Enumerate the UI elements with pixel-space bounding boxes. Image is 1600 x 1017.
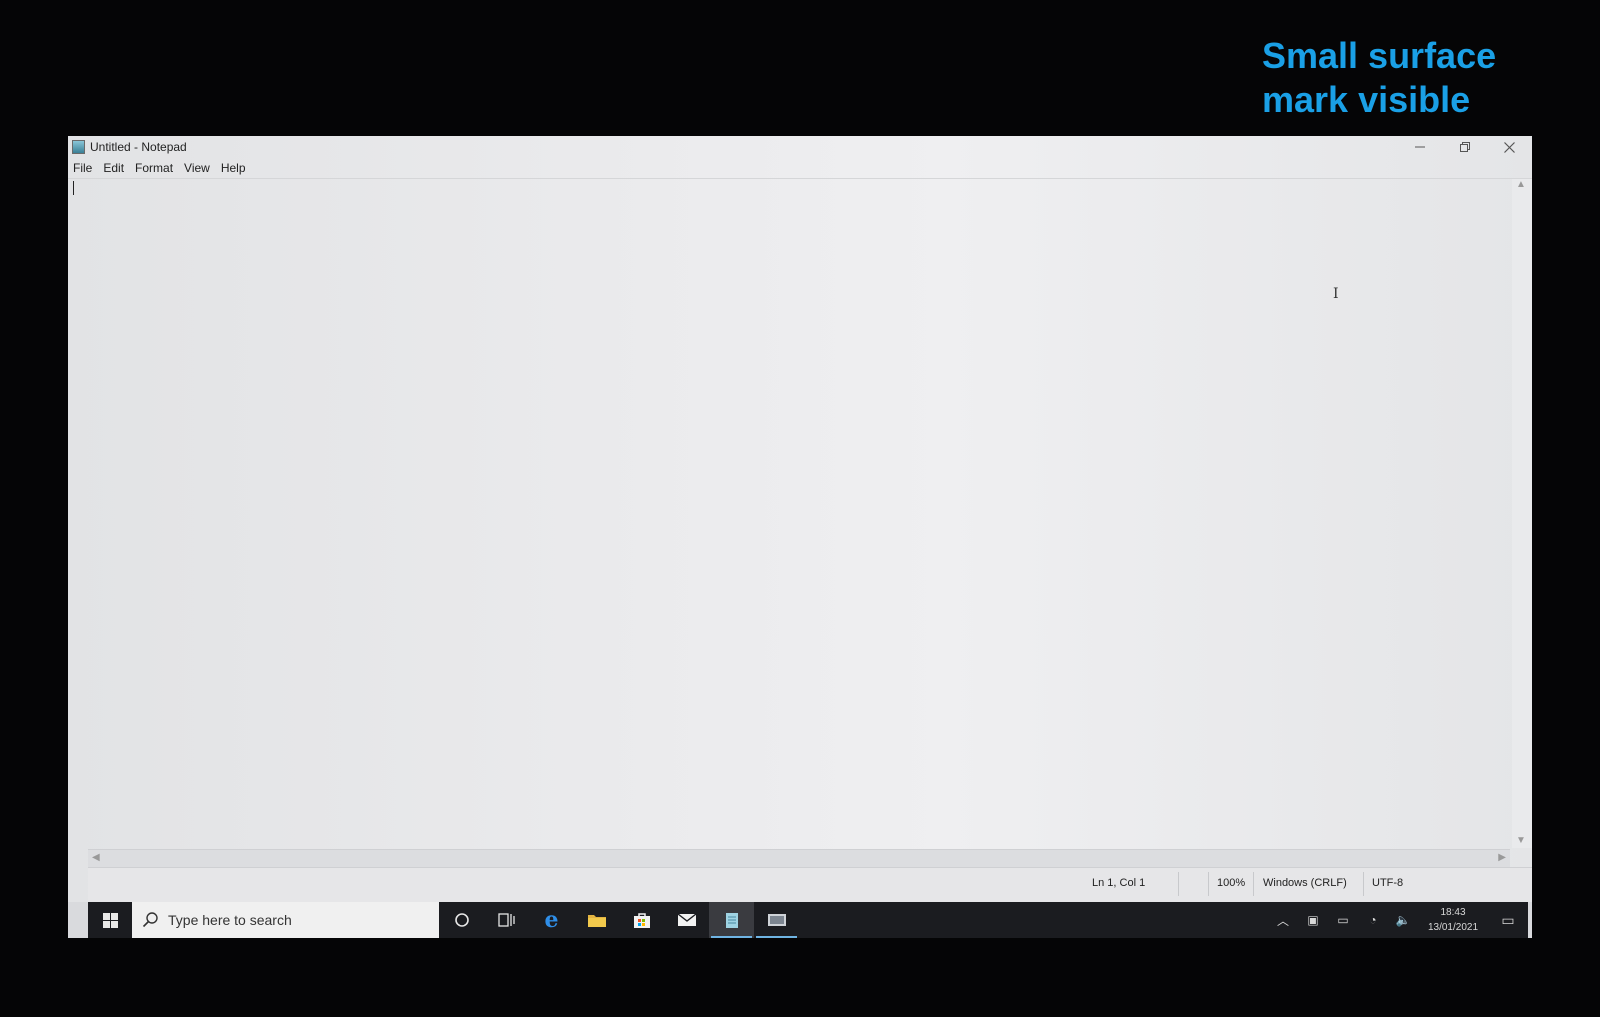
meet-now-icon[interactable]: ▣ — [1298, 913, 1328, 927]
clock[interactable]: 18:43 13/01/2021 — [1418, 905, 1488, 935]
close-icon — [1504, 141, 1515, 153]
search-input[interactable] — [166, 911, 430, 929]
start-button[interactable] — [88, 902, 132, 938]
volume-icon[interactable]: 🔈 — [1388, 913, 1418, 927]
scroll-up-icon[interactable]: ▲ — [1516, 179, 1526, 190]
minimize-button[interactable] — [1397, 136, 1442, 158]
window-controls — [1397, 136, 1532, 158]
clock-date: 13/01/2021 — [1427, 922, 1479, 933]
title-bar[interactable]: Untitled - Notepad — [68, 136, 1532, 158]
notepad-app-icon — [725, 913, 738, 928]
zoom-level: 100% — [1217, 877, 1246, 889]
cortana-button[interactable] — [439, 902, 484, 938]
photo-stage: Small surface mark visible Untitled - No… — [0, 0, 1600, 1017]
notepad-window: Untitled - Notepad File Edit Format View… — [68, 136, 1532, 902]
app-window-icon — [767, 914, 786, 926]
status-divider — [1253, 872, 1254, 896]
menu-help[interactable]: Help — [216, 161, 252, 175]
clock-time: 18:43 — [1440, 907, 1466, 918]
store-bag-icon — [633, 913, 650, 928]
chevron-up-icon[interactable]: ︿ — [1268, 912, 1298, 929]
horizontal-scrollbar[interactable]: ◀ ▶ — [88, 849, 1510, 868]
scroll-left-icon[interactable]: ◀ — [92, 852, 100, 863]
restore-button[interactable] — [1442, 136, 1487, 158]
menu-view[interactable]: View — [179, 161, 216, 175]
second-app-taskbar-button[interactable] — [754, 902, 799, 938]
taskbar-search[interactable] — [132, 902, 439, 938]
close-button[interactable] — [1487, 136, 1532, 158]
notepad-icon — [72, 140, 85, 154]
restore-icon — [1459, 142, 1470, 152]
taskbar: e ︿ ▣ ▭ ◔ 🔈 — [88, 902, 1528, 938]
cortana-circle-icon — [454, 913, 469, 927]
text-editor[interactable]: I — [70, 179, 1510, 848]
task-view-button[interactable] — [484, 902, 529, 938]
edge-button[interactable]: e — [529, 902, 574, 938]
laptop-screen: Untitled - Notepad File Edit Format View… — [68, 136, 1532, 938]
task-view-icon — [497, 913, 515, 927]
mail-icon — [677, 913, 696, 926]
wifi-icon[interactable]: ◔ — [1358, 913, 1388, 927]
menu-bar: File Edit Format View Help — [68, 158, 1532, 179]
notification-icon[interactable]: ▭ — [1488, 912, 1528, 929]
scroll-right-icon[interactable]: ▶ — [1498, 852, 1506, 863]
window-title: Untitled - Notepad — [90, 140, 187, 154]
menu-format[interactable]: Format — [130, 161, 179, 175]
menu-file[interactable]: File — [68, 161, 98, 175]
status-divider — [1178, 872, 1179, 896]
menu-edit[interactable]: Edit — [98, 161, 130, 175]
encoding: UTF-8 — [1372, 877, 1404, 889]
file-explorer-button[interactable] — [574, 902, 619, 938]
windows-logo-icon — [102, 912, 118, 928]
status-divider — [1208, 872, 1209, 896]
status-bar: Ln 1, Col 1 100% Windows (CRLF) UTF-8 — [88, 867, 1532, 902]
vertical-scrollbar[interactable]: ▲ ▼ — [1512, 179, 1532, 848]
mail-button[interactable] — [664, 902, 709, 938]
edge-icon: e — [544, 907, 559, 933]
minimize-icon — [1414, 146, 1425, 148]
text-caret — [73, 181, 74, 195]
ibeam-cursor-icon: I — [1333, 286, 1339, 302]
cursor-position: Ln 1, Col 1 — [1092, 877, 1146, 889]
notepad-taskbar-button[interactable] — [709, 902, 754, 938]
annotation-label: Small surface mark visible — [1262, 35, 1497, 120]
folder-icon — [587, 915, 606, 927]
battery-icon[interactable]: ▭ — [1328, 913, 1358, 927]
store-button[interactable] — [619, 902, 664, 938]
scroll-down-icon[interactable]: ▼ — [1516, 835, 1526, 846]
search-icon — [142, 912, 158, 928]
line-ending: Windows (CRLF) — [1263, 877, 1347, 889]
system-tray: ︿ ▣ ▭ ◔ 🔈 18:43 13/01/2021 ▭ — [1268, 902, 1528, 938]
status-divider — [1363, 872, 1364, 896]
